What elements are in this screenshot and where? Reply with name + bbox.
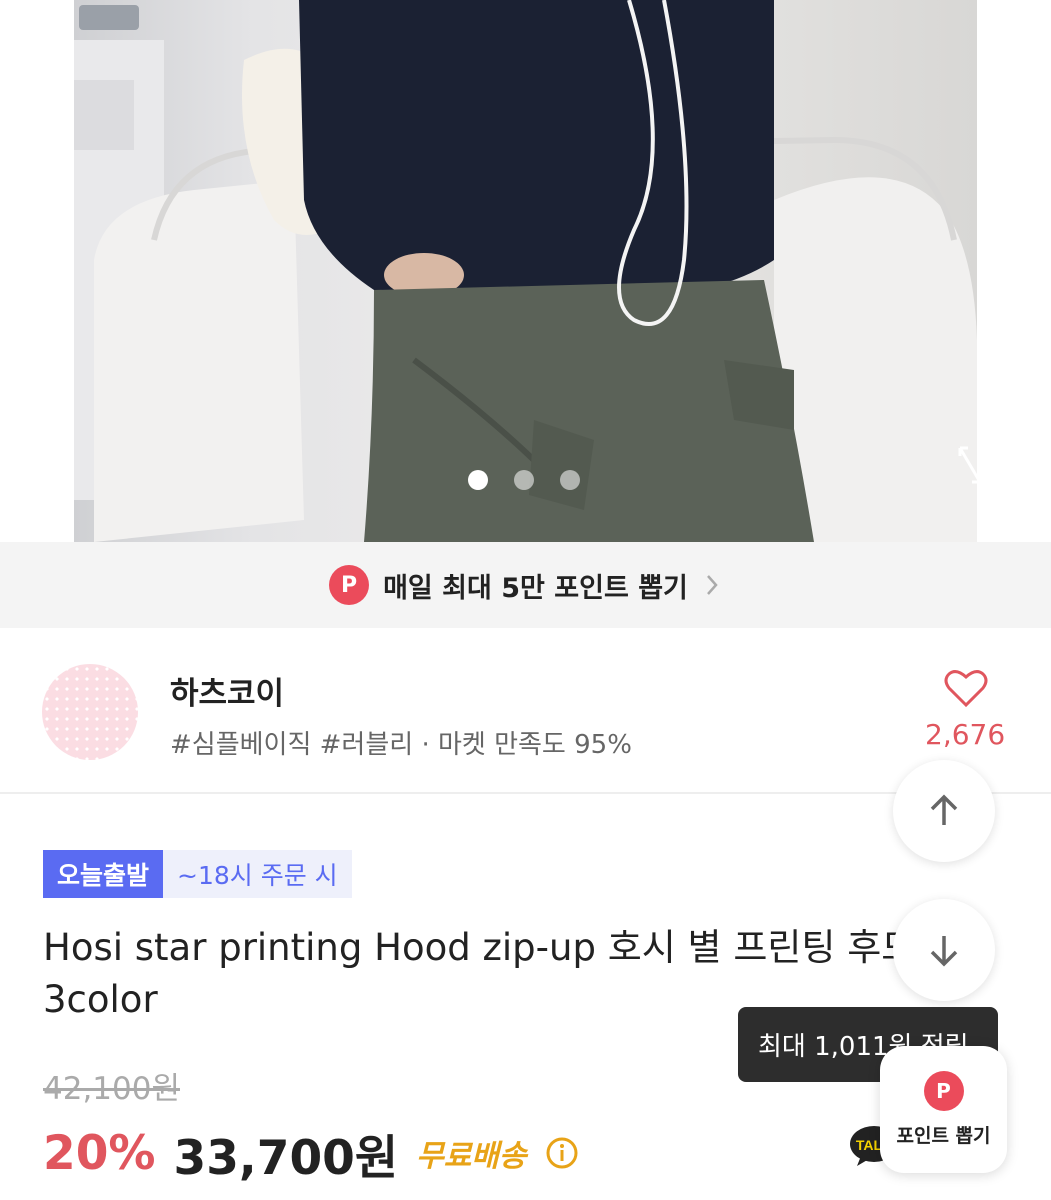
expand-icon[interactable] [950, 440, 990, 490]
price-row: 20% 33,700원 무료배송 [43, 1120, 579, 1186]
gallery-pagination [468, 470, 580, 490]
shop-avatar[interactable] [42, 664, 138, 760]
chevron-right-icon [706, 575, 718, 595]
pagination-dot-active[interactable] [468, 470, 488, 490]
point-badge-icon: P [923, 1071, 964, 1111]
like-count: 2,676 [925, 718, 1006, 751]
scroll-up-button[interactable] [893, 760, 995, 862]
pagination-dot[interactable] [514, 470, 534, 490]
points-banner-text: 매일 최대 5만 포인트 뽑기 [383, 572, 688, 604]
arrow-up-icon [930, 794, 958, 825]
shop-info[interactable]: 하츠코이 #심플베이직 #러블리 · 마켓 만족도 95% 2,676 [0, 628, 1051, 794]
discount-rate: 20% [43, 1125, 156, 1181]
point-badge-icon: P [329, 565, 370, 605]
info-circle-icon[interactable] [545, 1136, 579, 1170]
free-shipping-label: 무료배송 [416, 1139, 527, 1174]
arrow-down-icon [930, 936, 958, 967]
product-photo-illustration [74, 0, 977, 542]
order-cutoff-badge: ~18시 주문 시 [163, 850, 352, 898]
point-draw-button[interactable]: P 포인트 뽑기 [880, 1046, 1007, 1173]
delivery-badges: 오늘출발 ~18시 주문 시 [43, 850, 352, 898]
today-shipping-badge: 오늘출발 [43, 850, 164, 898]
original-price: 42,100원 [43, 1071, 180, 1107]
shop-name[interactable]: 하츠코이 [170, 668, 284, 713]
pagination-dot[interactable] [560, 470, 580, 490]
point-draw-label: 포인트 뽑기 [896, 1125, 991, 1147]
product-gallery[interactable] [0, 0, 1051, 542]
sale-price: 33,700원 [173, 1130, 399, 1186]
scroll-down-button[interactable] [893, 899, 995, 1001]
product-photo[interactable] [74, 0, 977, 542]
heart-outline-icon[interactable] [944, 668, 988, 708]
shop-tags: #심플베이직 #러블리 · 마켓 만족도 95% [170, 730, 632, 760]
points-banner[interactable]: P 매일 최대 5만 포인트 뽑기 [0, 542, 1051, 628]
